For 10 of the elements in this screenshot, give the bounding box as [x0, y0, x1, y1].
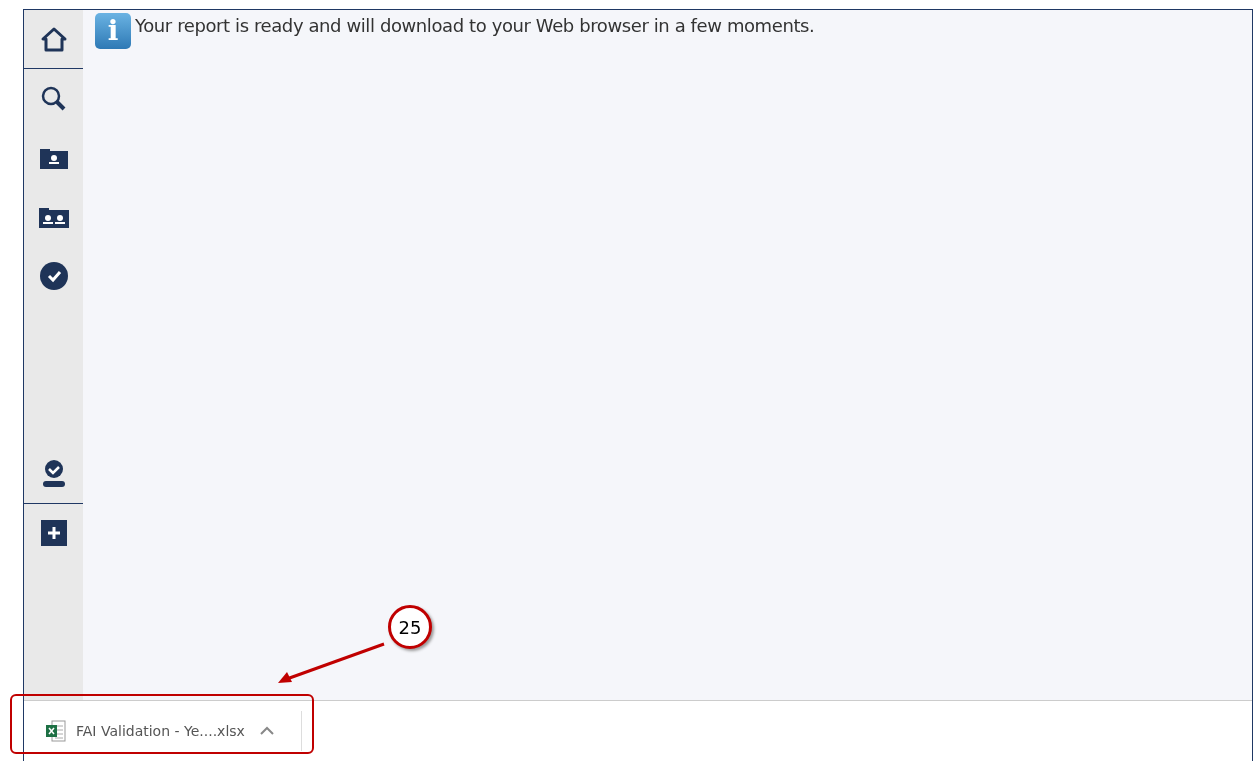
search-icon[interactable]	[39, 84, 68, 113]
folder-people-icon[interactable]	[38, 205, 69, 228]
home-icon[interactable]	[39, 26, 68, 52]
spreadsheet-file-icon	[46, 720, 66, 742]
user-check-icon[interactable]	[40, 459, 67, 487]
status-message: Your report is ready and will download to your Web browser in a few moments.	[135, 15, 815, 36]
info-icon: i	[95, 13, 131, 49]
download-file-name[interactable]: FAI Validation - Ye....xlsx	[76, 723, 245, 739]
add-icon[interactable]	[40, 519, 67, 546]
folder-person-icon[interactable]	[39, 146, 68, 169]
